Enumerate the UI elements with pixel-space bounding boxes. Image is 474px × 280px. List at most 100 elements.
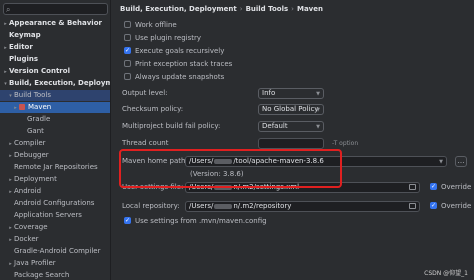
sidebar-item-version-control[interactable]: ▸ Version Control	[0, 66, 110, 77]
sidebar-item-debugger[interactable]: ▸ Debugger	[0, 150, 110, 161]
watermark: CSDN @仰望_1	[424, 270, 468, 277]
sidebar-item-label: Plugins	[9, 55, 39, 63]
sidebar-item-build-execution-deployment[interactable]: ▾Build, Execution, Deployment	[0, 78, 110, 89]
output-level-select[interactable]: Info ▼	[258, 88, 324, 99]
checkbox-box[interactable]	[124, 215, 131, 226]
sidebar-item-remote-jar-repositories[interactable]: Remote Jar Repositories	[0, 162, 110, 173]
checkbox-box[interactable]	[124, 72, 131, 80]
thread-count-input[interactable]	[258, 138, 324, 149]
always-update-snapshots-checkbox[interactable]: Always update snapshots	[124, 72, 224, 83]
work-offline-checkbox[interactable]: Work offline	[124, 20, 177, 31]
output-level-value: Info	[262, 89, 276, 97]
sidebar-item-android-configurations[interactable]: Android Configurations	[0, 198, 110, 209]
breadcrumb-item[interactable]: Build, Execution, Deployment	[120, 5, 237, 13]
checkbox-box[interactable]	[124, 20, 131, 28]
chevron-right-icon: ▸	[9, 261, 12, 267]
checkbox-label: Override	[441, 183, 472, 191]
sidebar-item-label: Build Tools	[14, 91, 52, 99]
checkbox-label: Execute goals recursively	[135, 47, 225, 55]
sidebar-item-editor[interactable]: ▸ Editor	[0, 42, 110, 53]
checkbox-box[interactable]	[430, 181, 437, 192]
redacted-blur	[214, 203, 233, 209]
execute-goals-recursively-checkbox[interactable]: Execute goals recursively	[124, 45, 225, 57]
chevron-down-icon: ▼	[316, 91, 320, 97]
checkbox-box[interactable]	[124, 33, 131, 41]
chevron-right-icon: ▸	[9, 153, 12, 159]
folder-icon[interactable]	[409, 184, 416, 190]
sidebar-item-label: Editor	[9, 43, 33, 51]
browse-button[interactable]: …	[455, 156, 467, 167]
sidebar-item-label: Remote Jar Repositories	[14, 163, 98, 171]
local-repository-prefix: /Users/	[189, 202, 214, 210]
chevron-right-icon: ▸	[4, 69, 7, 75]
highlight-annotation-box	[119, 149, 342, 188]
sidebar-item-maven[interactable]: ▸ Maven	[0, 102, 110, 113]
sidebar-item-label: Java Profiler	[14, 259, 56, 267]
sidebar-item-android[interactable]: ▸ Android	[0, 186, 110, 197]
sidebar-item-build-tools[interactable]: ▾ Build Tools	[0, 90, 110, 101]
sidebar-item-coverage[interactable]: ▸ Coverage	[0, 222, 110, 233]
sidebar-item-docker[interactable]: ▸ Docker	[0, 234, 110, 245]
sidebar-item-label: Appearance & Behavior	[9, 19, 102, 27]
local-repository-input[interactable]: /Users/n/.m2/repository	[185, 201, 420, 212]
sidebar-item-gradle[interactable]: Gradle	[0, 114, 110, 125]
sidebar-item-label: Gradle-Android Compiler	[14, 247, 101, 255]
chevron-down-icon: ▼	[439, 159, 443, 165]
checkbox-box[interactable]	[124, 45, 131, 56]
sidebar-item-deployment[interactable]: ▸ Deployment	[0, 174, 110, 185]
sidebar-item-label: Debugger	[14, 151, 49, 159]
chevron-right-icon: ▸	[4, 45, 7, 51]
sidebar-item-label: Keymap	[9, 31, 41, 39]
checkbox-box[interactable]	[124, 59, 131, 67]
checkbox-box[interactable]	[430, 200, 437, 211]
maven-icon	[19, 104, 25, 110]
chevron-right-icon: ▸	[14, 105, 17, 111]
search-icon: ⌕	[6, 5, 11, 14]
settings-sidebar: ⌕ ▸ Appearance & Behavior Keymap ▸ Editor …	[0, 0, 111, 280]
user-settings-override-checkbox[interactable]: Override	[430, 181, 472, 193]
sidebar-item-gant[interactable]: Gant	[0, 126, 110, 137]
checkbox-label: Use plugin registry	[135, 34, 202, 42]
use-plugin-registry-checkbox[interactable]: Use plugin registry	[124, 33, 201, 44]
chevron-right-icon: ▸	[9, 189, 12, 195]
sidebar-item-label: Deployment	[14, 175, 57, 183]
sidebar-item-plugins[interactable]: Plugins	[0, 54, 110, 65]
use-mvn-config-checkbox[interactable]: Use settings from .mvn/maven.config	[124, 215, 267, 227]
sidebar-item-gradle-android-compiler[interactable]: Gradle-Android Compiler	[0, 246, 110, 257]
chevron-right-icon: ▸	[9, 237, 12, 243]
sidebar-item-label: Gradle	[27, 115, 51, 123]
breadcrumb: Build, Execution, Deployment › Build Tools…	[120, 5, 323, 13]
search-input[interactable]: ⌕	[3, 3, 108, 15]
checksum-policy-value: No Global Policy	[262, 105, 319, 113]
output-level-label: Output level:	[122, 89, 168, 97]
sidebar-item-application-servers[interactable]: Application Servers	[0, 210, 110, 221]
folder-icon[interactable]	[409, 203, 416, 209]
breadcrumb-item: Maven	[296, 5, 323, 13]
checkbox-label: Work offline	[135, 21, 177, 29]
chevron-down-icon: ▼	[316, 124, 320, 130]
sidebar-item-compiler[interactable]: ▸ Compiler	[0, 138, 110, 149]
local-repository-override-checkbox[interactable]: Override	[430, 200, 472, 212]
sidebar-item-label: Gant	[27, 127, 44, 135]
checkbox-label: Override	[441, 202, 472, 210]
sidebar-item-java-profiler[interactable]: ▸ Java Profiler	[0, 258, 110, 269]
sidebar-item-label: Maven	[28, 103, 52, 111]
sidebar-item-package-search[interactable]: Package Search	[0, 270, 110, 280]
chevron-down-icon: ▾	[9, 93, 12, 99]
chevron-right-icon: ▸	[9, 177, 12, 183]
sidebar-item-appearance[interactable]: ▸ Appearance & Behavior	[0, 18, 110, 29]
chevron-down-icon: ▾	[4, 81, 7, 87]
checkbox-label: Print exception stack traces	[135, 60, 233, 68]
breadcrumb-item[interactable]: Build Tools	[246, 5, 289, 13]
thread-count-hint: -T option	[332, 140, 359, 147]
maven-settings-panel: Build, Execution, Deployment › Build Tools…	[112, 0, 474, 280]
chevron-right-icon: ▸	[9, 141, 12, 147]
multiproject-policy-select[interactable]: Default ▼	[258, 121, 324, 132]
print-exception-stack-traces-checkbox[interactable]: Print exception stack traces	[124, 59, 232, 70]
sidebar-item-label: Version Control	[9, 67, 70, 75]
sidebar-item-label: Compiler	[14, 139, 46, 147]
checksum-policy-select[interactable]: No Global Policy ▼	[258, 104, 324, 115]
local-repository-suffix: n/.m2/repository	[233, 202, 292, 210]
checkbox-label: Use settings from .mvn/maven.config	[135, 217, 267, 225]
sidebar-item-keymap[interactable]: Keymap	[0, 30, 110, 41]
